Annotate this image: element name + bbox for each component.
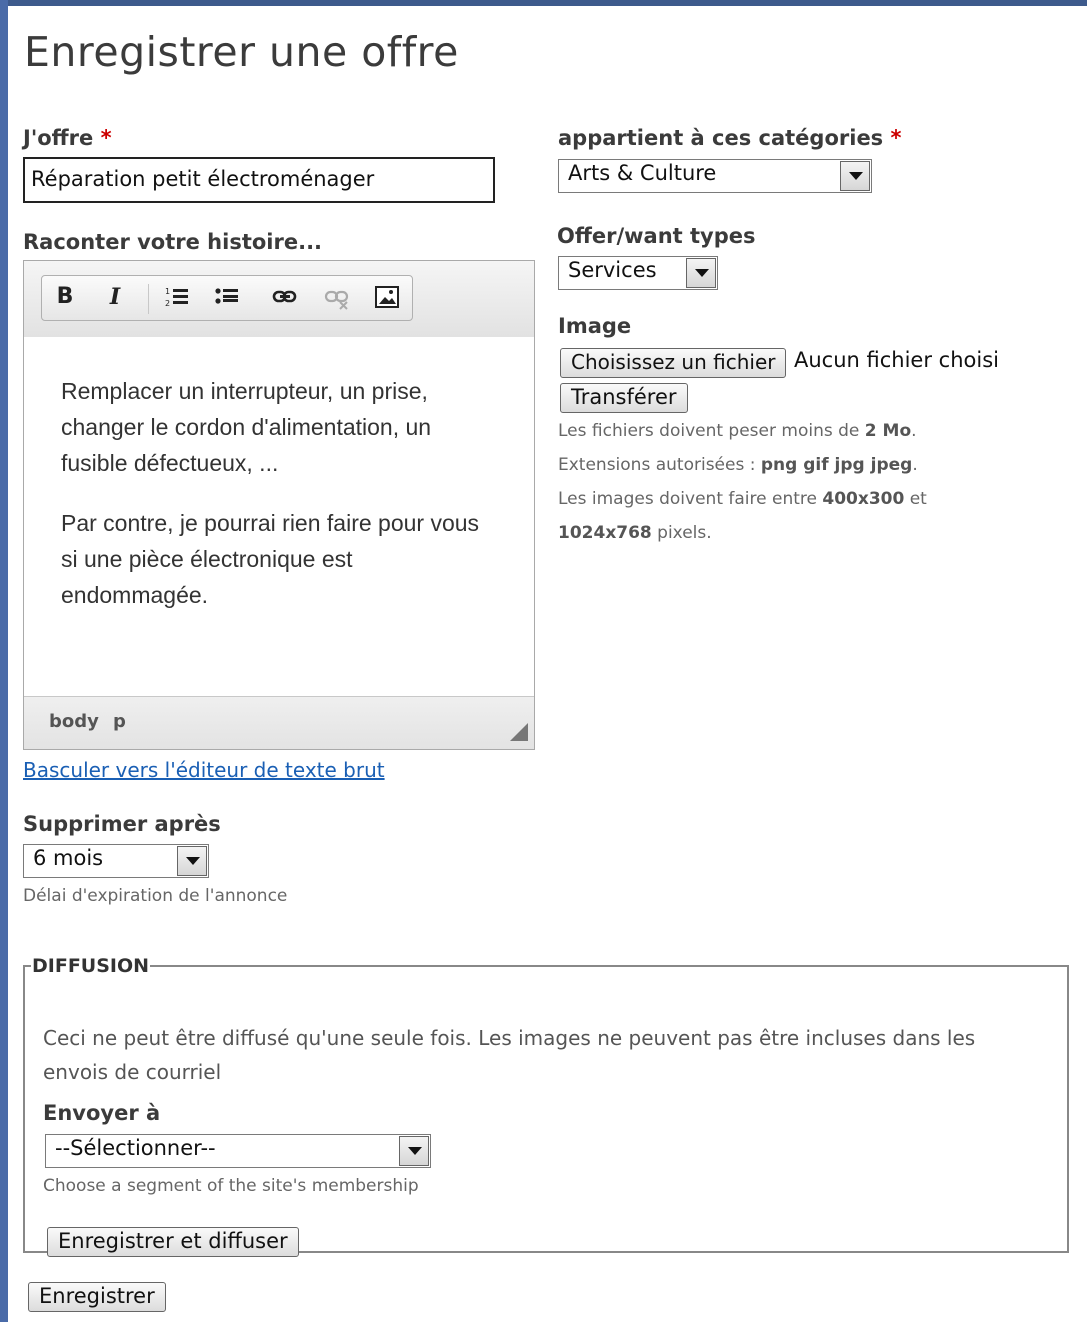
categories-value: Arts & Culture [568,161,717,185]
save-button[interactable]: Enregistrer [28,1282,166,1312]
categories-label-text: appartient à ces catégories [558,126,884,150]
path-p[interactable]: p [113,711,126,732]
types-value: Services [568,258,657,282]
image-dim-suffix: pixels. [657,523,712,543]
categories-select[interactable]: Arts & Culture [558,159,872,193]
image-dim-help-text: Les images doivent faire entre [558,489,817,509]
send-to-help: Choose a segment of the site's membershi… [43,1176,419,1196]
story-paragraph-2: Par contre, je pourrai rien faire pour v… [61,510,480,608]
delete-after-label: Supprimer après [23,812,221,836]
save-and-broadcast-button[interactable]: Enregistrer et diffuser [47,1227,299,1257]
image-size-help: Les fichiers doivent peser moins de 2 Mo… [558,421,917,441]
toolbar-separator [148,284,149,314]
delete-after-help: Délai d'expiration de l'annonce [23,886,288,906]
categories-label: appartient à ces catégories * [558,126,901,150]
svg-text:2: 2 [165,299,170,308]
chevron-down-icon [840,161,870,191]
diffusion-legend: DIFFUSION [32,955,150,977]
choose-file-button[interactable]: Choisissez un fichier [560,348,787,378]
upload-button[interactable]: Transférer [560,383,688,413]
image-dim-help-line2: 1024x768 pixels. [558,523,712,543]
diffusion-fieldset: DIFFUSION Ceci ne peut être diffusé qu'u… [23,955,1069,1257]
offer-title-input[interactable]: Réparation petit électroménager [23,157,495,203]
bold-icon[interactable]: B [50,284,80,312]
image-size-help-text: Les fichiers doivent peser moins de [558,421,860,441]
image-dim-min: 400x300 [822,489,905,509]
page-title: Enregistrer une offre [24,28,459,76]
editor-statusbar: body p [24,696,534,749]
image-dim-and: et [909,489,927,509]
types-select[interactable]: Services [558,256,718,290]
required-mark: * [100,126,112,150]
send-to-label: Envoyer à [43,1101,161,1125]
italic-icon[interactable]: I [100,284,130,312]
story-paragraph-1: Remplacer un interrupteur, un prise, cha… [61,378,432,476]
editor-toolbar-area: B I 12 [24,261,534,338]
editor-toolbar: B I 12 [41,275,413,321]
image-size-limit: 2 Mo [864,421,912,441]
window-left-border [0,0,8,1322]
diffusion-description: Ceci ne peut être diffusé qu'une seule f… [43,1026,976,1084]
chevron-down-icon [399,1136,429,1166]
image-dim-help-line1: Les images doivent faire entre 400x300 e… [558,489,927,509]
resize-grip-icon[interactable] [510,723,528,741]
delete-after-value: 6 mois [33,846,104,870]
svg-text:1: 1 [165,287,170,296]
path-body[interactable]: body [49,711,99,732]
bullet-list-icon[interactable] [212,284,242,312]
required-mark: * [890,126,902,150]
story-label: Raconter votre histoire... [23,230,323,254]
image-ext-list: png gif jpg jpeg [760,455,913,475]
image-dim-max: 1024x768 [558,523,652,543]
image-label: Image [558,314,632,338]
offer-label: J'offre * [23,126,112,150]
offer-title-value: Réparation petit électroménager [31,167,375,191]
rich-text-editor: B I 12 Remplacer un interrupteur, un pri… [23,260,535,750]
numbered-list-icon[interactable]: 12 [162,284,192,312]
types-label: Offer/want types [557,224,756,248]
editor-content[interactable]: Remplacer un interrupteur, un prise, cha… [24,337,534,697]
send-to-value: --Sélectionner-- [55,1136,216,1160]
switch-plain-editor-link[interactable]: Basculer vers l'éditeur de texte brut [23,758,385,782]
no-file-chosen-text: Aucun fichier choisi [794,348,999,372]
chevron-down-icon [686,258,716,288]
image-icon[interactable] [372,284,402,312]
offer-label-text: J'offre [23,126,94,150]
image-ext-help-text: Extensions autorisées : [558,455,756,475]
delete-after-select[interactable]: 6 mois [23,844,209,878]
chevron-down-icon [177,846,207,876]
image-ext-help: Extensions autorisées : png gif jpg jpeg… [558,455,918,475]
send-to-select[interactable]: --Sélectionner-- [45,1134,431,1168]
link-icon[interactable] [270,284,300,312]
offer-form-page: Enregistrer une offre J'offre * Réparati… [8,6,1087,1322]
unlink-icon [322,284,352,312]
